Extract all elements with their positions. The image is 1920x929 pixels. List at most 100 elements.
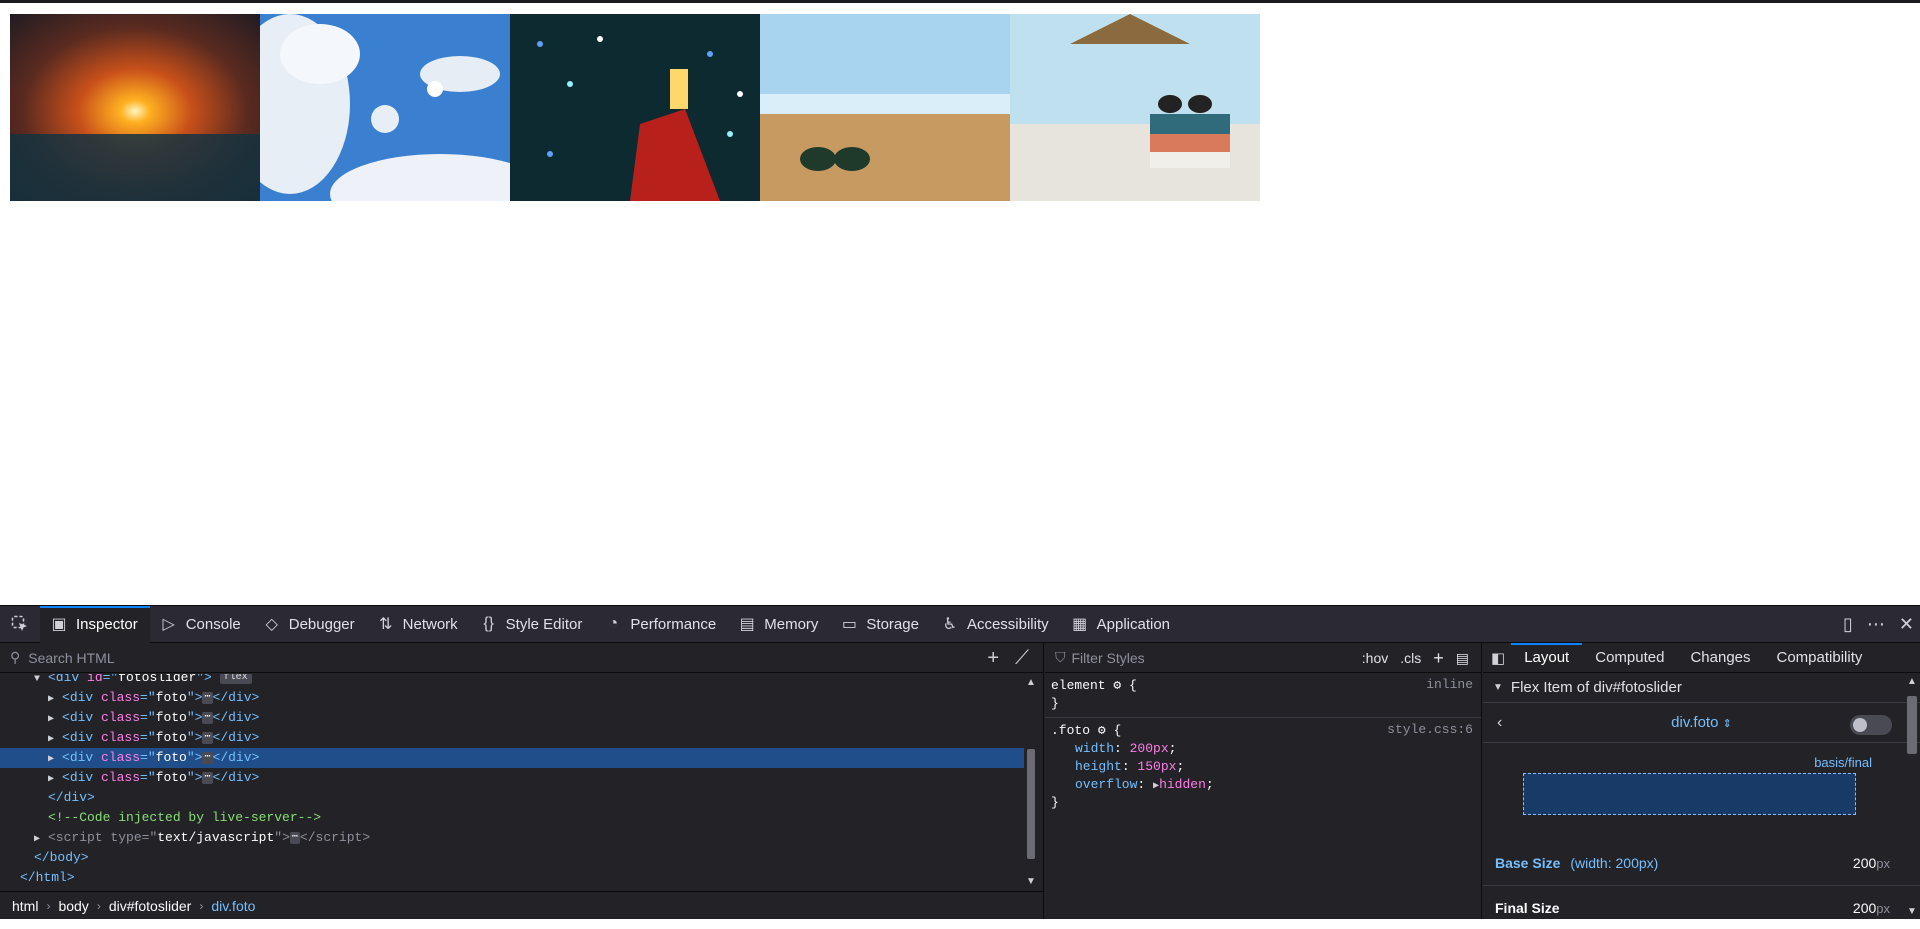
collapsed-content-icon[interactable]: ⋯ [289, 831, 300, 844]
back-arrow-icon[interactable]: ‹ [1497, 714, 1502, 732]
filter-styles-bar: ⛉ :hov .cls + ▤ [1045, 643, 1481, 673]
breadcrumb-foto[interactable]: div.foto [211, 898, 255, 914]
flex-item-nav: ‹ div.foto ⇕ [1483, 703, 1920, 743]
debugger-icon: ◇ [265, 616, 278, 633]
tab-layout[interactable]: Layout [1511, 642, 1583, 673]
tree-node-foto[interactable]: ▶ <div class="foto"> ⋯ </div> [0, 728, 1024, 748]
markup-view: ⚲ + ⟋ ▼<div id="fotoslider"> flex ▶<div … [0, 643, 1044, 919]
tab-storage[interactable]: ▭ Storage [830, 606, 931, 643]
sidebar-tabs: ◧ Layout Computed Changes Compatibility [1483, 642, 1920, 673]
final-size-row: Final Size 200px [1483, 885, 1920, 929]
markup-scrollbar[interactable]: ▲ ▼ [1023, 677, 1039, 887]
network-icon: ⇅ [378, 616, 393, 633]
collapsed-content-icon[interactable]: ⋯ [202, 691, 213, 704]
markup-tools: + ⟋ [987, 643, 1029, 673]
add-rule-icon[interactable]: + [1433, 648, 1444, 669]
tab-debugger[interactable]: ◇ Debugger [253, 606, 367, 643]
photo-beach-books [1010, 14, 1260, 201]
close-icon[interactable]: ✕ [1899, 614, 1914, 635]
element-rule: element ⚙ { } inline [1045, 673, 1481, 718]
tree-node-foto[interactable]: ▶ <div class="foto"> ⋯ </div> [0, 708, 1024, 728]
devtools-panel: ▣ Inspector ▷ Console ◇ Debugger ⇅ Network {… [0, 605, 1920, 919]
tab-console[interactable]: ▷ Console [150, 606, 253, 643]
chevron-right-icon: › [96, 898, 101, 913]
photo-christmas-lantern [510, 14, 760, 201]
flex-item-section-header[interactable]: ▼ Flex Item of div#fotoslider [1483, 673, 1920, 703]
collapsed-content-icon[interactable]: ⋯ [202, 731, 213, 744]
tree-node-foto[interactable]: ▶ <div class="foto"> ⋯ </div> [0, 688, 1024, 708]
scroll-down-icon[interactable]: ▼ [1026, 876, 1036, 887]
tab-inspector[interactable]: ▣ Inspector [40, 605, 150, 643]
flex-item-sizing-diagram: basis/final [1483, 743, 1920, 841]
scroll-down-icon[interactable]: ▼ [1907, 906, 1917, 917]
element-picker-icon[interactable] [0, 606, 40, 643]
page-viewport [0, 3, 1920, 605]
console-icon: ▷ [162, 616, 175, 633]
gear-icon[interactable]: ⚙ [1113, 678, 1121, 693]
tree-node-foto-selected[interactable]: ▶ <div class="foto"> ⋯ </div> [0, 748, 1024, 768]
tree-node-script[interactable]: ▶ <script type="text/javascript"> ⋯ </scrip… [0, 828, 1024, 848]
tab-network[interactable]: ⇅ Network [367, 606, 470, 643]
scroll-up-icon[interactable]: ▲ [1907, 676, 1917, 687]
scroll-up-icon[interactable]: ▲ [1026, 677, 1036, 688]
photo-sunset [10, 14, 260, 201]
memory-icon: ▤ [739, 616, 755, 633]
photo-beach-sunglasses [760, 14, 1010, 201]
hov-toggle[interactable]: :hov [1362, 650, 1388, 666]
tab-changes[interactable]: Changes [1677, 643, 1763, 673]
rule-source-link[interactable]: style.css:6 [1387, 722, 1473, 737]
tab-computed[interactable]: Computed [1582, 643, 1677, 673]
css-declaration[interactable]: height: 150px; [1051, 758, 1475, 776]
eyedropper-icon[interactable]: ⟋ [1015, 647, 1029, 670]
responsive-design-icon[interactable]: ▯ [1843, 614, 1853, 635]
tree-node-comment[interactable]: <!--Code injected by live-server--> [0, 808, 1024, 828]
more-options-icon[interactable]: ⋯ [1867, 614, 1885, 635]
tab-accessibility[interactable]: ♿ Accessibility [931, 606, 1061, 643]
rules-view: ⛉ :hov .cls + ▤ element ⚙ { } inline .fo… [1045, 643, 1482, 919]
tree-node-close-body[interactable]: </body> [0, 848, 1024, 868]
devtools-toolbar: ▣ Inspector ▷ Console ◇ Debugger ⇅ Network {… [0, 605, 1920, 643]
breadcrumb-fotoslider[interactable]: div#fotoslider [109, 898, 192, 914]
toggle-sidebar-icon[interactable]: ◧ [1483, 649, 1511, 667]
tree-node-fotoslider[interactable]: ▼ <div id="fotoslider"> flex [0, 674, 1024, 688]
css-declaration[interactable]: width: 200px; [1051, 740, 1475, 758]
flexbox-highlighter-toggle[interactable] [1850, 715, 1892, 735]
fotoslider [10, 14, 1260, 201]
base-size-row: Base Size (width: 200px) 200px [1495, 855, 1890, 871]
collapsed-content-icon[interactable]: ⋯ [202, 711, 213, 724]
cls-toggle[interactable]: .cls [1400, 650, 1421, 666]
inspector-icon: ▣ [51, 616, 67, 633]
breadcrumb-html[interactable]: html [12, 898, 38, 914]
html-search-bar: ⚲ + ⟋ [0, 643, 1043, 673]
chevron-right-icon: › [46, 898, 51, 913]
collapsed-content-icon[interactable]: ⋯ [202, 751, 213, 764]
flex-badge[interactable]: flex [219, 674, 252, 684]
search-html-input[interactable] [28, 649, 929, 666]
scrollbar-thumb[interactable] [1027, 749, 1035, 859]
photo-sky-clouds [260, 14, 510, 201]
filter-styles-input[interactable] [1071, 649, 1312, 666]
tab-memory[interactable]: ▤ Memory [728, 606, 830, 643]
tab-performance[interactable]: ◔ Performance [594, 606, 728, 643]
dom-tree: ▼ <div id="fotoslider"> flex ▶ <div class=… [0, 674, 1024, 891]
gear-icon[interactable]: ⚙ [1098, 723, 1106, 738]
sidebar-scrollbar[interactable]: ▲ ▼ [1904, 674, 1920, 919]
tab-compatibility[interactable]: Compatibility [1764, 643, 1876, 673]
tree-node-close-html[interactable]: </html> [0, 868, 1024, 888]
tab-application[interactable]: ▦ Application [1061, 606, 1182, 643]
tree-node-close-div[interactable]: </div> [0, 788, 1024, 808]
breadcrumb: html › body › div#fotoslider › div.foto [0, 891, 1044, 919]
print-media-icon[interactable]: ▤ [1456, 650, 1469, 667]
foto-rule: .foto ⚙ { width: 200px; height: 150px; o… [1051, 722, 1475, 810]
style-editor-icon: {} [483, 615, 494, 632]
collapsed-content-icon[interactable]: ⋯ [202, 771, 213, 784]
breadcrumb-body[interactable]: body [58, 898, 88, 914]
flex-item-selector[interactable]: div.foto ⇕ [1671, 714, 1732, 731]
scrollbar-thumb[interactable] [1907, 696, 1917, 754]
add-node-icon[interactable]: + [987, 647, 999, 670]
tab-style-editor[interactable]: {} Style Editor [470, 606, 595, 643]
css-declaration[interactable]: overflow: ▶hidden; [1051, 776, 1475, 794]
updown-icon: ⇕ [1722, 718, 1732, 730]
tree-node-foto[interactable]: ▶ <div class="foto"> ⋯ </div> [0, 768, 1024, 788]
rule-source: inline [1426, 677, 1473, 692]
